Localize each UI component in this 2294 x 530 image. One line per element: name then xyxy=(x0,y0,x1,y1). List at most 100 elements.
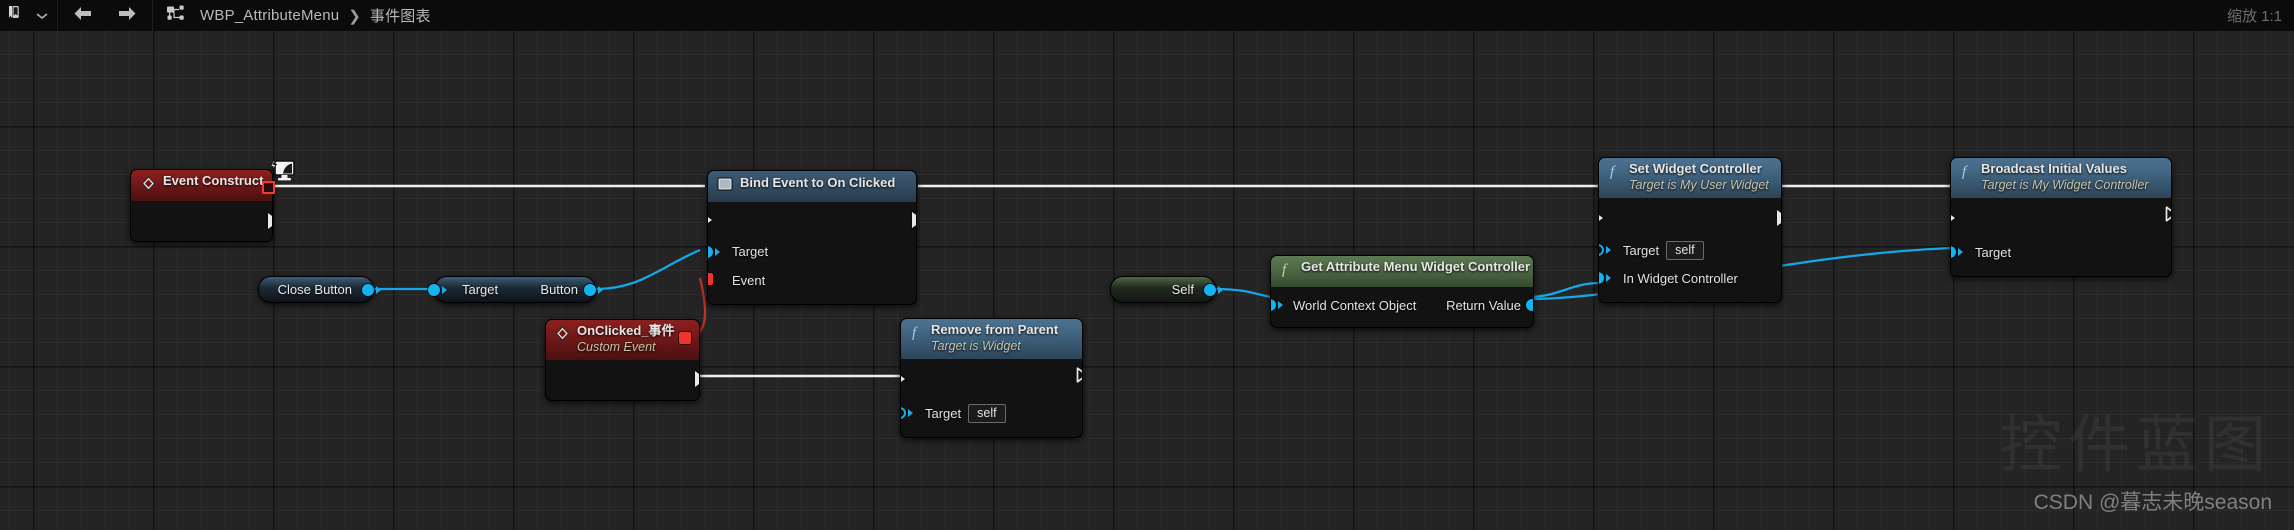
node-get-attribute-menu-widget-controller[interactable]: f Get Attribute Menu Widget Controller W… xyxy=(1270,255,1534,328)
pin-row-in-widget-controller: In Widget Controller xyxy=(1599,266,1781,290)
object-out-pin[interactable] xyxy=(1204,283,1223,296)
pin-row-exec-out xyxy=(546,368,699,390)
variable-label: Self xyxy=(1171,282,1194,297)
function-f-icon: f xyxy=(1960,162,1974,184)
pin-label: Target xyxy=(732,244,769,259)
function-f-icon: f xyxy=(910,323,924,345)
exec-out-pin[interactable] xyxy=(1076,367,1082,383)
exec-in-pin[interactable] xyxy=(901,371,905,388)
exec-in-pin[interactable] xyxy=(1599,210,1603,227)
blueprint-graph-icon xyxy=(165,4,187,27)
bind-event-icon xyxy=(717,176,733,196)
breadcrumb-root[interactable]: WBP_AttributeMenu xyxy=(197,7,342,24)
toolbar-left-group xyxy=(0,0,55,31)
node-set-widget-controller-body: Target self In Widget Controller xyxy=(1599,198,1781,302)
node-get-widget-controller-header: f Get Attribute Menu Widget Controller xyxy=(1271,256,1533,287)
node-set-widget-controller-header: f Set Widget Controller Target is My Use… xyxy=(1599,158,1781,199)
exec-out-pin[interactable] xyxy=(695,371,699,388)
exec-out-pin[interactable] xyxy=(1777,210,1781,227)
target-value-field[interactable]: self xyxy=(1666,240,1704,260)
toolbar-separator-2 xyxy=(152,0,153,31)
node-subtitle: Target is My User Widget xyxy=(1629,177,1769,192)
object-out-pin[interactable] xyxy=(362,283,381,296)
exec-in-pin[interactable] xyxy=(708,212,712,228)
pin-row-exec xyxy=(901,367,1082,391)
pin-row-target: Target xyxy=(708,240,916,263)
node-event-construct-header: Event Construct xyxy=(131,170,272,201)
variable-label: Close Button xyxy=(277,282,352,297)
bookmark-icon xyxy=(7,5,22,26)
node-get-widget-controller-body: World Context Object Return Value xyxy=(1271,287,1533,327)
node-close-button-getter[interactable]: Close Button xyxy=(258,276,381,303)
exec-out-pin[interactable] xyxy=(912,212,916,228)
svg-text:f: f xyxy=(1282,262,1288,277)
delegate-in-pin[interactable] xyxy=(708,273,713,285)
pin-row-event: Event xyxy=(708,269,916,292)
delegate-out-pin[interactable] xyxy=(679,332,691,344)
graph-toolbar: WBP_AttributeMenu ❯ 事件图表 缩放 1:1 xyxy=(0,0,2294,31)
node-onclicked-custom-event[interactable]: OnClicked_事件 Custom Event xyxy=(545,319,700,402)
node-onclicked-header: OnClicked_事件 Custom Event xyxy=(546,320,699,361)
pin-row-exec xyxy=(708,208,916,232)
object-out-pin[interactable] xyxy=(584,283,603,296)
object-in-pin[interactable] xyxy=(1599,272,1611,285)
node-broadcast-initial-values[interactable]: f Broadcast Initial Values Target is My … xyxy=(1950,157,2172,278)
watermark-large: 控件蓝图 xyxy=(1999,411,2272,480)
node-button-target[interactable]: Target Button xyxy=(428,276,603,303)
node-title: Get Attribute Menu Widget Controller xyxy=(1301,259,1531,274)
arrow-left-icon xyxy=(73,6,92,26)
node-broadcast-initial-values-body: Target xyxy=(1951,198,2171,276)
forward-button[interactable] xyxy=(105,0,150,31)
breakpoint-marker[interactable] xyxy=(262,181,275,194)
pin-row-exec xyxy=(1599,206,1781,230)
back-button[interactable] xyxy=(60,0,105,31)
object-in-pin[interactable] xyxy=(428,283,447,296)
node-title: Remove from Parent xyxy=(931,322,1059,337)
node-broadcast-initial-values-header: f Broadcast Initial Values Target is My … xyxy=(1951,158,2171,199)
node-remove-from-parent-body: Target self xyxy=(901,359,1082,437)
target-value-field[interactable]: self xyxy=(968,403,1006,423)
toolbar-separator-1 xyxy=(57,0,58,31)
node-set-widget-controller[interactable]: f Set Widget Controller Target is My Use… xyxy=(1598,157,1782,304)
pin-label-return-value: Return Value xyxy=(1446,297,1521,313)
object-in-pin[interactable] xyxy=(1271,299,1283,312)
node-subtitle: Target is My Widget Controller xyxy=(1981,177,2149,192)
node-title: Broadcast Initial Values xyxy=(1981,161,2127,176)
pin-label-world-context: World Context Object xyxy=(1293,297,1417,313)
bookmark-button[interactable] xyxy=(0,0,29,31)
function-f-icon: f xyxy=(1280,260,1294,282)
breadcrumb: WBP_AttributeMenu ❯ 事件图表 xyxy=(155,0,434,31)
pin-label: Event xyxy=(732,273,766,288)
toolbar-nav-group xyxy=(60,0,150,31)
object-in-pin[interactable] xyxy=(1599,244,1611,257)
object-out-pin[interactable] xyxy=(1526,299,1533,312)
node-self-getter[interactable]: Self xyxy=(1110,276,1223,303)
object-in-pin[interactable] xyxy=(1951,246,1963,259)
object-in-pin[interactable] xyxy=(708,245,720,258)
object-in-pin[interactable] xyxy=(901,407,913,420)
exec-in-pin[interactable] xyxy=(1951,210,1955,227)
event-diamond-icon xyxy=(555,324,570,346)
wire-self-to-worldcontext xyxy=(1214,287,1273,299)
node-event-construct-body xyxy=(131,201,272,241)
node-title: OnClicked_事件 xyxy=(577,323,675,338)
breadcrumb-separator-icon: ❯ xyxy=(348,7,361,25)
node-title: Set Widget Controller xyxy=(1629,161,1762,176)
node-bind-event-body: Target Event xyxy=(708,202,916,304)
node-event-construct[interactable]: Event Construct xyxy=(130,169,273,242)
graph-type-button[interactable] xyxy=(155,0,197,31)
bookmark-dropdown-button[interactable] xyxy=(29,0,55,31)
node-remove-from-parent[interactable]: f Remove from Parent Target is Widget Ta… xyxy=(900,318,1083,439)
exec-out-pin[interactable] xyxy=(268,213,272,229)
pin-label: Target xyxy=(925,405,962,421)
pin-label: In Widget Controller xyxy=(1623,270,1738,286)
pin-label: Target xyxy=(1975,244,2012,260)
node-bind-event-to-on-clicked[interactable]: Bind Event to On Clicked Target Event xyxy=(707,170,917,305)
exec-out-pin[interactable] xyxy=(2165,206,2171,222)
zoom-level-label: 缩放 1:1 xyxy=(2226,8,2282,25)
breadcrumb-leaf[interactable]: 事件图表 xyxy=(367,5,434,26)
svg-text:f: f xyxy=(1962,164,1968,179)
node-title: Event Construct xyxy=(163,173,264,188)
blueprint-editor-window: WBP_AttributeMenu ❯ 事件图表 缩放 1:1 Event Co… xyxy=(0,0,2294,530)
blueprint-graph-canvas[interactable]: Event Construct Close Button Target Butt… xyxy=(0,31,2294,530)
